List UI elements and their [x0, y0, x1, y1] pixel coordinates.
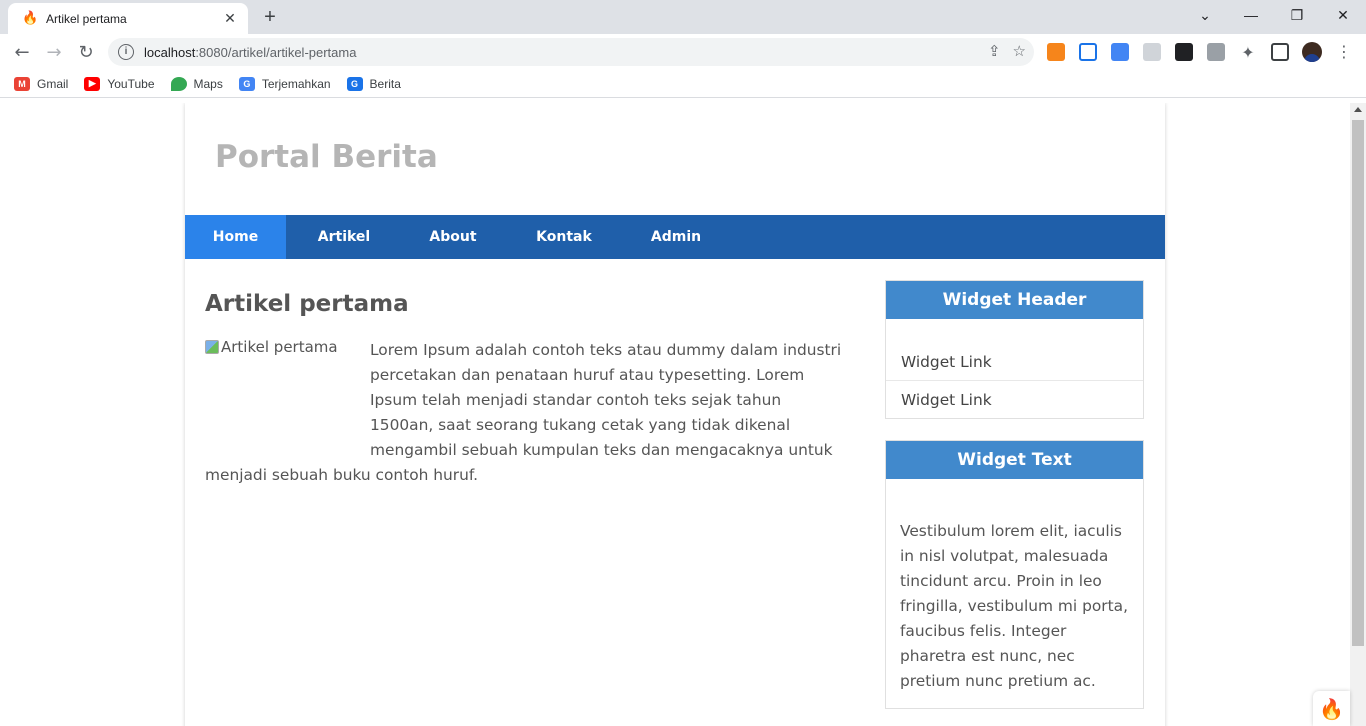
- article-title: Artikel pertama: [205, 291, 409, 317]
- main-nav: Home Artikel About Kontak Admin: [185, 215, 1165, 259]
- article-body: Artikel pertama Lorem Ipsum adalah conto…: [205, 338, 845, 488]
- widget-header-title: Widget Header: [886, 281, 1143, 319]
- tab-strip: 🔥 Artikel pertama ✕ + ⌄ — ❐ ✕: [0, 0, 1366, 34]
- nav-artikel[interactable]: Artikel: [286, 215, 402, 259]
- youtube-icon: ▶: [84, 76, 101, 91]
- translate-extension-icon[interactable]: [1111, 43, 1129, 61]
- maps-pin-icon: [170, 76, 187, 91]
- article-image-alt: Artikel pertama: [221, 338, 338, 356]
- page-scrollbar[interactable]: [1350, 103, 1366, 726]
- nav-admin[interactable]: Admin: [624, 215, 728, 259]
- bookmark-berita[interactable]: G Berita: [346, 76, 401, 91]
- share-icon[interactable]: ⇪: [988, 42, 1001, 60]
- browser-tab[interactable]: 🔥 Artikel pertama ✕: [8, 3, 248, 34]
- widget-link-item[interactable]: Widget Link: [886, 381, 1143, 418]
- restore-button[interactable]: ❐: [1274, 0, 1320, 30]
- scroll-thumb[interactable]: [1352, 120, 1364, 646]
- browser-toolbar: ← → ↻ i localhost:8080/artikel/artikel-p…: [0, 34, 1366, 70]
- translate-icon: G: [238, 76, 255, 91]
- minimize-button[interactable]: —: [1228, 0, 1274, 30]
- copy-extension-icon[interactable]: [1207, 43, 1225, 61]
- widget-text: Widget Text Vestibulum lorem elit, iacul…: [885, 440, 1144, 709]
- bookmark-terjemahkan[interactable]: G Terjemahkan: [238, 76, 331, 91]
- back-button[interactable]: ←: [8, 38, 36, 66]
- debug-toolbar-flame-icon[interactable]: 🔥: [1313, 691, 1350, 726]
- bookmark-star-icon[interactable]: ☆: [1013, 42, 1026, 60]
- widget-text-title: Widget Text: [886, 441, 1143, 479]
- gmail-icon: M: [14, 76, 30, 91]
- browser-menu-icon[interactable]: ⋮: [1336, 40, 1352, 64]
- new-tab-button[interactable]: +: [258, 6, 282, 30]
- site-title: Portal Berita: [215, 139, 438, 175]
- bookmark-youtube[interactable]: ▶ YouTube: [84, 76, 155, 91]
- codeigniter-flame-icon: 🔥: [22, 10, 39, 26]
- close-tab-icon[interactable]: ✕: [222, 11, 238, 27]
- extension-icon[interactable]: [1175, 43, 1193, 61]
- nav-home[interactable]: Home: [185, 215, 286, 259]
- broken-image-icon: [205, 340, 219, 354]
- widget-text-content: Vestibulum lorem elit, iaculis in nisl v…: [900, 522, 1128, 690]
- nav-kontak[interactable]: Kontak: [504, 215, 624, 259]
- extensions-puzzle-icon[interactable]: ✦: [1234, 38, 1262, 66]
- page-viewport: Portal Berita Home Artikel About Kontak …: [0, 103, 1350, 726]
- bookmark-maps[interactable]: Maps: [170, 76, 223, 91]
- close-window-button[interactable]: ✕: [1320, 0, 1366, 30]
- article-image-broken: Artikel pertama: [205, 338, 365, 448]
- bookmarks-bar: M Gmail ▶ YouTube Maps G Terjemahkan G B…: [0, 70, 1366, 98]
- widget-links: Widget Header Widget Link Widget Link: [885, 280, 1144, 419]
- site-info-icon[interactable]: i: [118, 44, 134, 60]
- reload-button[interactable]: ↻: [72, 38, 100, 66]
- url-text[interactable]: localhost:8080/artikel/artikel-pertama: [144, 45, 356, 60]
- side-panel-icon[interactable]: [1271, 43, 1289, 61]
- news-icon: G: [346, 76, 363, 91]
- screenshot-extension-icon[interactable]: [1143, 43, 1161, 61]
- docs-extension-icon[interactable]: [1079, 43, 1097, 61]
- scroll-up-arrow-icon[interactable]: [1354, 107, 1362, 112]
- bookmark-gmail[interactable]: M Gmail: [14, 76, 68, 91]
- forward-button[interactable]: →: [40, 38, 68, 66]
- metamask-extension-icon[interactable]: [1047, 43, 1065, 61]
- page-container: Portal Berita Home Artikel About Kontak …: [185, 103, 1165, 726]
- tab-title: Artikel pertama: [46, 11, 127, 26]
- nav-about[interactable]: About: [402, 215, 504, 259]
- profile-avatar[interactable]: [1302, 42, 1322, 62]
- widget-link-item[interactable]: Widget Link: [886, 344, 1143, 381]
- address-bar[interactable]: i localhost:8080/artikel/artikel-pertama…: [108, 38, 1034, 66]
- tab-search-chevron-icon[interactable]: ⌄: [1182, 0, 1228, 30]
